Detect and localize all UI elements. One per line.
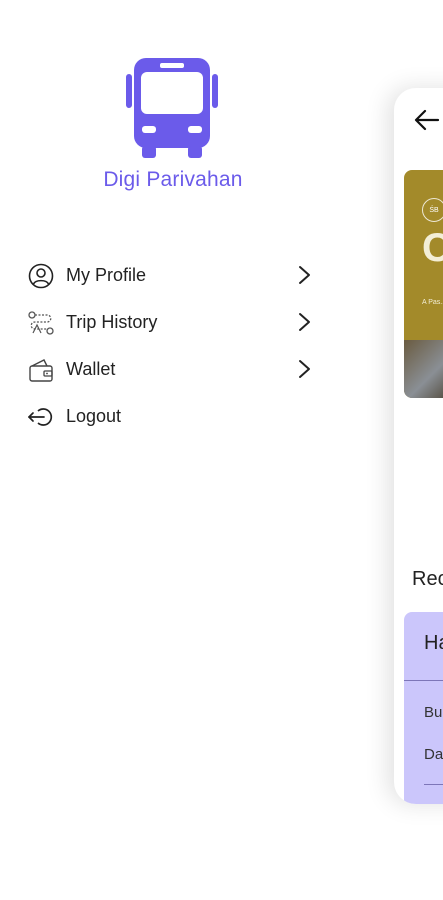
- drawer-menu: My Profile Trip History Wallet Logout: [26, 252, 326, 440]
- recent-section-title: Rec: [412, 568, 443, 590]
- recent-card-heading: Ha: [424, 632, 443, 654]
- recent-card-divider: [404, 680, 443, 681]
- menu-item-label: My Profile: [66, 265, 147, 285]
- main-page-preview[interactable]: ŚB C A Pas... and c... Rec Ha Bu Da: [394, 88, 443, 804]
- menu-item-my-profile[interactable]: My Profile: [26, 252, 326, 299]
- banner-badge: ŚB: [422, 198, 443, 222]
- navigation-drawer: Digi Parivahan My Profile Trip History W…: [0, 0, 360, 900]
- recent-card-row-date: Da: [424, 746, 443, 763]
- chevron-right-icon: [299, 360, 310, 378]
- recent-trip-card[interactable]: Ha Bu Da: [404, 612, 443, 804]
- menu-item-trip-history[interactable]: Trip History: [26, 299, 326, 346]
- banner-headline: C: [422, 226, 443, 270]
- wallet-icon: [26, 355, 56, 385]
- menu-item-label: Trip History: [66, 312, 158, 332]
- chevron-right-icon: [299, 313, 310, 331]
- user-circle-icon: [26, 261, 56, 291]
- menu-item-wallet[interactable]: Wallet: [26, 346, 326, 393]
- banner-photo: [404, 340, 443, 398]
- screen: ŚB C A Pas... and c... Rec Ha Bu Da: [0, 0, 443, 900]
- menu-item-logout[interactable]: Logout: [26, 393, 326, 440]
- menu-item-label: Wallet: [66, 359, 116, 379]
- route-icon: [26, 308, 56, 338]
- promo-banner[interactable]: ŚB C A Pas... and c...: [404, 170, 443, 398]
- recent-card-row-bus: Bu: [424, 704, 443, 721]
- chevron-right-icon: [299, 266, 310, 284]
- recent-card-divider-bottom: [424, 784, 443, 785]
- bus-logo-icon: [126, 58, 218, 158]
- back-arrow-icon[interactable]: [414, 108, 440, 132]
- logout-icon: [26, 402, 56, 432]
- app-name: Digi Parivahan: [103, 168, 243, 191]
- menu-item-label: Logout: [66, 406, 122, 426]
- banner-caption: A Pas... and c...: [422, 299, 443, 306]
